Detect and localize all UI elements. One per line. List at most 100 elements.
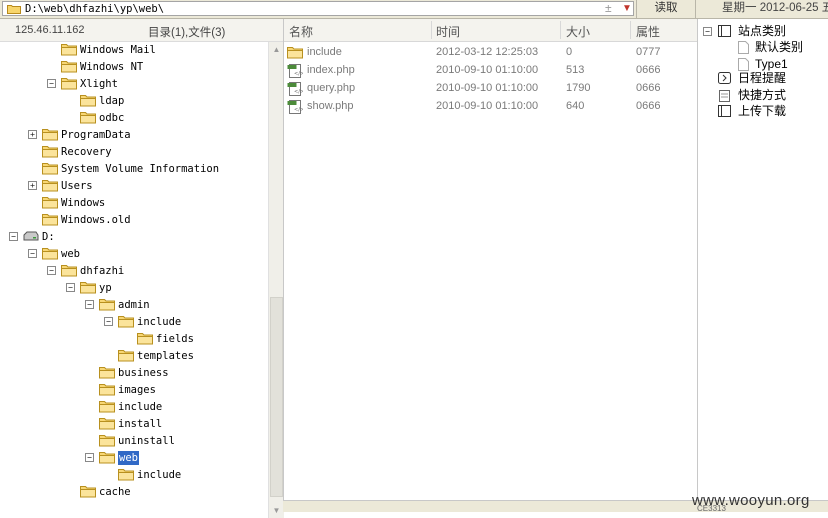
calendar-icon: [718, 72, 731, 84]
svg-text:</>: </>: [294, 107, 303, 113]
tree-node-label: install: [118, 418, 163, 430]
column-divider[interactable]: [630, 21, 631, 39]
collapse-icon[interactable]: −: [47, 79, 56, 88]
side-panel: − 站点类别 默认类别 Type1 日程提醒 快捷方式 上传下载: [697, 19, 828, 503]
path-text: D:\web\dhfazhi\yp\web\: [25, 3, 165, 15]
tree-node-label: dhfazhi: [80, 265, 125, 277]
folder-icon: [61, 265, 77, 277]
expand-icon[interactable]: +: [28, 181, 37, 190]
svg-text:</>: </>: [294, 71, 303, 77]
folder-icon: [137, 333, 153, 345]
folder-icon: [61, 61, 77, 73]
file-list-header: 名称 时间 大小 属性: [284, 19, 697, 42]
php-file-icon: </>: [287, 100, 303, 114]
expand-icon[interactable]: +: [28, 130, 37, 139]
tree-node-label: Windows.old: [61, 214, 131, 226]
folder-icon: [42, 129, 58, 141]
column-divider[interactable]: [431, 21, 432, 39]
tree-node-label: images: [118, 384, 156, 396]
tree-node-label: Windows: [61, 197, 106, 209]
tree-node-label: uninstall: [118, 435, 175, 447]
directory-tree: Windows Mail Windows NT − Xlight ldap odbc + Pr…: [0, 42, 268, 504]
collapse-icon[interactable]: −: [85, 453, 94, 462]
folder-icon: [42, 163, 58, 175]
server-ip: 125.46.11.162: [15, 24, 85, 36]
folder-icon: [42, 146, 58, 158]
folder-icon: [80, 282, 96, 294]
tree-node-label: web: [118, 451, 139, 465]
folder-icon: [99, 418, 115, 430]
php-file-icon: </>: [287, 64, 303, 78]
plus-minus-icon[interactable]: ±: [605, 2, 612, 15]
tree-node-label: Windows Mail: [80, 44, 156, 56]
folder-icon: [287, 47, 303, 59]
folder-icon: [42, 214, 58, 226]
tree-node-label: odbc: [99, 112, 125, 124]
file-name: include: [307, 46, 342, 58]
file-row[interactable]: include 2012-03-12 12:25:03 0 0777: [284, 44, 697, 62]
folder-icon: [118, 469, 134, 481]
tree-node-label: ldap: [99, 95, 125, 107]
tree-node-label: include: [137, 316, 182, 328]
file-attr: 0666: [636, 64, 661, 76]
collapse-icon[interactable]: −: [9, 232, 18, 241]
scroll-thumb[interactable]: [270, 297, 283, 497]
file-time: 2010-09-10 01:10:00: [436, 100, 539, 112]
column-header-size[interactable]: 大小: [566, 23, 590, 40]
collapse-icon[interactable]: −: [703, 27, 712, 36]
folder-icon: [99, 452, 115, 464]
collapse-icon[interactable]: −: [104, 317, 113, 326]
folder-icon: [99, 435, 115, 447]
folder-icon: [80, 112, 96, 124]
tree-node-label: ProgramData: [61, 129, 131, 141]
file-row[interactable]: </> show.php 2010-09-10 01:10:00 640 0666: [284, 98, 697, 116]
path-input[interactable]: D:\web\dhfazhi\yp\web\ ± ▼: [2, 1, 634, 16]
folder-icon: [42, 180, 58, 192]
tree-node-label: include: [118, 401, 163, 413]
tree-node-label: admin: [118, 299, 150, 311]
file-size: 1790: [566, 82, 591, 94]
collapse-icon[interactable]: −: [85, 300, 94, 309]
file-name: index.php: [307, 64, 355, 76]
folder-icon: [118, 316, 134, 328]
directory-pane: 125.46.11.162 目录(1),文件(3) Windows Mail Wi…: [0, 19, 284, 518]
tree-node-label: D:: [42, 231, 55, 243]
window-icon: [718, 105, 731, 117]
tree-node-label: include: [137, 469, 182, 481]
folder-icon: [7, 5, 21, 14]
column-header-time[interactable]: 时间: [436, 23, 460, 40]
collapse-icon[interactable]: −: [66, 283, 75, 292]
folder-icon: [99, 367, 115, 379]
collapse-icon[interactable]: −: [47, 266, 56, 275]
column-divider[interactable]: [560, 21, 561, 39]
file-name: query.php: [307, 82, 356, 94]
window-icon: [718, 25, 731, 37]
file-size: 640: [566, 100, 585, 112]
read-button[interactable]: 读取: [636, 0, 696, 18]
folder-icon: [42, 248, 58, 260]
file-time: 2010-09-10 01:10:00: [436, 64, 539, 76]
file-row[interactable]: </> index.php 2010-09-10 01:10:00 513 0666: [284, 62, 697, 80]
scroll-up-icon[interactable]: ▲: [269, 42, 284, 57]
chevron-down-icon[interactable]: ▼: [622, 2, 632, 15]
date-display: 星期一 2012-06-25 五: [722, 2, 828, 14]
folder-icon: [80, 95, 96, 107]
collapse-icon[interactable]: −: [28, 249, 37, 258]
php-file-icon: </>: [287, 82, 303, 96]
file-row[interactable]: </> query.php 2010-09-10 01:10:00 1790 0666: [284, 80, 697, 98]
page-icon: [738, 58, 749, 71]
tree-node-label: yp: [99, 282, 112, 294]
tree-scrollbar[interactable]: ▲ ▼: [268, 42, 284, 518]
side-item-label: Type1: [755, 57, 788, 71]
file-name: show.php: [307, 100, 354, 112]
svg-text:</>: </>: [294, 89, 303, 95]
column-header-attr[interactable]: 属性: [636, 23, 660, 40]
folder-icon: [80, 486, 96, 498]
side-item-label: 日程提醒: [738, 71, 787, 85]
column-header-name[interactable]: 名称: [289, 23, 313, 40]
folder-icon: [99, 401, 115, 413]
page-icon: [738, 41, 749, 54]
tree-node-label: Windows NT: [80, 61, 144, 73]
side-item-label: 默认类别: [755, 40, 804, 54]
file-size: 0: [566, 46, 573, 58]
